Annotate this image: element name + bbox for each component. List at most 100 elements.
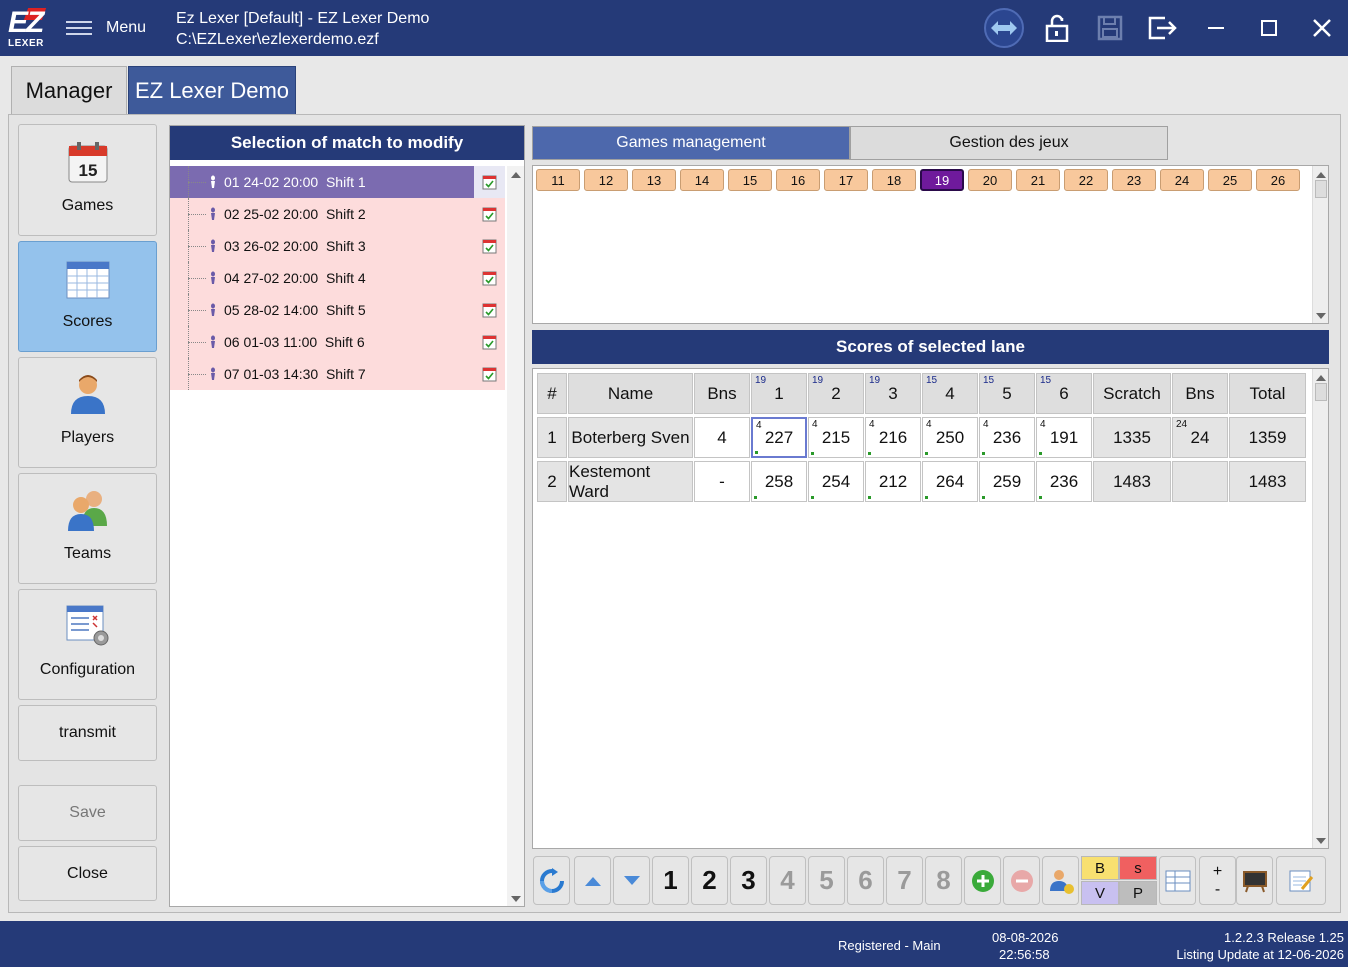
unlock-icon[interactable]: [1030, 0, 1083, 56]
match-row[interactable]: 05 28-02 14:00 Shift 5: [170, 294, 505, 326]
refresh-button[interactable]: [533, 856, 570, 905]
move-up-button[interactable]: [574, 856, 611, 905]
tab-manager[interactable]: Manager: [11, 66, 127, 115]
lanes-scrollbar[interactable]: [1312, 166, 1328, 323]
close-icon[interactable]: [1295, 0, 1348, 56]
match-row[interactable]: 07 01-03 14:30 Shift 7: [170, 358, 505, 390]
close-button[interactable]: Close: [18, 846, 157, 901]
match-row[interactable]: 02 25-02 20:00 Shift 2: [170, 198, 505, 230]
nav-players-button[interactable]: Players: [18, 357, 157, 468]
game-number-button[interactable]: 6: [847, 856, 884, 905]
scroll-thumb[interactable]: [1315, 383, 1327, 401]
match-list-scrollbar[interactable]: [507, 166, 524, 906]
layout-button[interactable]: [1159, 856, 1196, 905]
lane-chip[interactable]: 17: [824, 169, 868, 191]
tab-games-management[interactable]: Games management: [532, 126, 850, 160]
game-number-button[interactable]: 3: [730, 856, 767, 905]
scroll-down-arrow-icon[interactable]: [511, 896, 521, 902]
game-number-button[interactable]: 4: [769, 856, 806, 905]
swap-arrows-icon[interactable]: [977, 0, 1030, 56]
player-name-cell[interactable]: Boterberg Sven: [568, 417, 693, 458]
remove-button[interactable]: [1003, 856, 1040, 905]
lane-chip[interactable]: 21: [1016, 169, 1060, 191]
scroll-down-arrow-icon[interactable]: [1316, 313, 1326, 319]
calendar-check-icon[interactable]: [482, 206, 497, 222]
scores-scrollbar[interactable]: [1312, 369, 1328, 848]
scroll-thumb[interactable]: [1315, 180, 1327, 198]
player-action-button[interactable]: [1042, 856, 1079, 905]
game-score-cell[interactable]: 212: [865, 461, 921, 502]
game-score-cell[interactable]: 258: [751, 461, 807, 502]
lane-chip[interactable]: 18: [872, 169, 916, 191]
plus-minus-button[interactable]: + -: [1199, 856, 1236, 905]
game-score-cell[interactable]: 216 4: [865, 417, 921, 458]
lane-chip[interactable]: 25: [1208, 169, 1252, 191]
plus-label[interactable]: +: [1213, 863, 1222, 881]
tab-gestion-des-jeux[interactable]: Gestion des jeux: [850, 126, 1168, 160]
game-number-button[interactable]: 8: [925, 856, 962, 905]
display-button[interactable]: [1236, 856, 1273, 905]
match-row[interactable]: 06 01-03 11:00 Shift 6: [170, 326, 505, 358]
calendar-check-icon[interactable]: [482, 302, 497, 318]
scroll-up-arrow-icon[interactable]: [511, 172, 521, 178]
calendar-check-icon[interactable]: [482, 270, 497, 286]
game-score-cell[interactable]: 236 4: [979, 417, 1035, 458]
match-row[interactable]: 03 26-02 20:00 Shift 3: [170, 230, 505, 262]
lane-chip[interactable]: 22: [1064, 169, 1108, 191]
tab-ez-lexer-demo[interactable]: EZ Lexer Demo: [128, 66, 296, 115]
lane-chip[interactable]: 16: [776, 169, 820, 191]
calendar-check-icon[interactable]: [482, 366, 497, 382]
minimize-icon[interactable]: [1189, 0, 1242, 56]
lane-chip[interactable]: 26: [1256, 169, 1300, 191]
save-button[interactable]: Save: [18, 785, 157, 841]
game-score-cell[interactable]: 191 4: [1036, 417, 1092, 458]
edit-sheet-button[interactable]: [1276, 856, 1326, 905]
match-row[interactable]: 04 27-02 20:00 Shift 4: [170, 262, 505, 294]
game-score-cell[interactable]: 264: [922, 461, 978, 502]
lane-chip[interactable]: 23: [1112, 169, 1156, 191]
game-number-button[interactable]: 1: [652, 856, 689, 905]
nav-scores-button[interactable]: Scores: [18, 241, 157, 352]
lane-chip[interactable]: 15: [728, 169, 772, 191]
v-toggle[interactable]: V: [1081, 881, 1119, 905]
game-score-cell[interactable]: 215 4: [808, 417, 864, 458]
logout-icon[interactable]: [1136, 0, 1189, 56]
b-toggle[interactable]: B: [1081, 856, 1119, 880]
transmit-button[interactable]: transmit: [18, 705, 157, 761]
s-toggle[interactable]: s: [1119, 856, 1157, 880]
move-down-button[interactable]: [613, 856, 650, 905]
nav-games-button[interactable]: 15 Games: [18, 124, 157, 236]
game-number-button[interactable]: 7: [886, 856, 923, 905]
menu-button[interactable]: Menu: [66, 16, 146, 40]
calendar-check-icon[interactable]: [482, 174, 497, 190]
game-score-cell[interactable]: 227 4: [751, 417, 807, 458]
bonus-cell[interactable]: -: [694, 461, 750, 502]
game-score-cell[interactable]: 254: [808, 461, 864, 502]
bonus-cell[interactable]: 4: [694, 417, 750, 458]
p-toggle[interactable]: P: [1119, 881, 1157, 905]
lane-chip[interactable]: 13: [632, 169, 676, 191]
lane-chip[interactable]: 14: [680, 169, 724, 191]
nav-teams-button[interactable]: Teams: [18, 473, 157, 584]
player-name-cell[interactable]: Kestemont Ward: [568, 461, 693, 502]
scroll-up-arrow-icon[interactable]: [1316, 172, 1326, 178]
lane-chip[interactable]: 24: [1160, 169, 1204, 191]
lane-chip[interactable]: 19: [920, 169, 964, 191]
save-disk-icon[interactable]: [1083, 0, 1136, 56]
minus-label[interactable]: -: [1215, 881, 1220, 899]
game-score-cell[interactable]: 250 4: [922, 417, 978, 458]
lane-chip[interactable]: 20: [968, 169, 1012, 191]
calendar-check-icon[interactable]: [482, 334, 497, 350]
calendar-check-icon[interactable]: [482, 238, 497, 254]
lane-chip[interactable]: 11: [536, 169, 580, 191]
game-score-cell[interactable]: 236: [1036, 461, 1092, 502]
game-score-cell[interactable]: 259: [979, 461, 1035, 502]
maximize-icon[interactable]: [1242, 0, 1295, 56]
game-number-button[interactable]: 5: [808, 856, 845, 905]
scroll-down-arrow-icon[interactable]: [1316, 838, 1326, 844]
nav-configuration-button[interactable]: Configuration: [18, 589, 157, 700]
game-number-button[interactable]: 2: [691, 856, 728, 905]
lane-chip[interactable]: 12: [584, 169, 628, 191]
match-row[interactable]: 01 24-02 20:00 Shift 1: [170, 166, 505, 198]
add-button[interactable]: [964, 856, 1001, 905]
